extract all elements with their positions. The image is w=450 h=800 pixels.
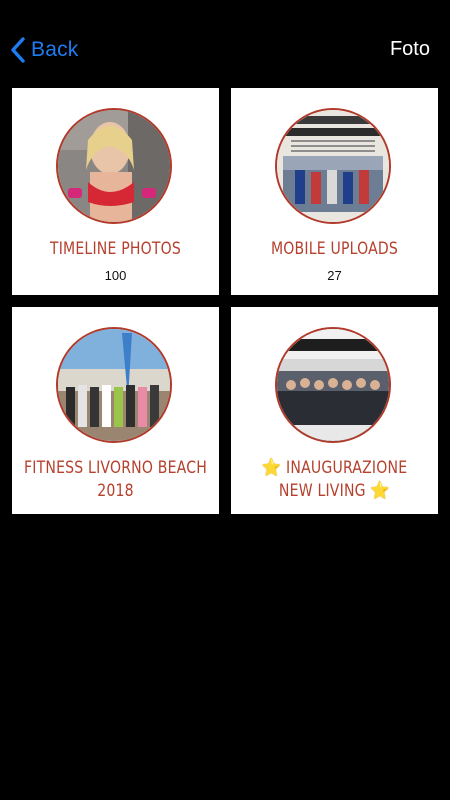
album-thumbnail xyxy=(275,108,391,224)
group-beach-image xyxy=(58,329,170,441)
star-icon: ⭐ xyxy=(370,481,391,501)
newspaper-clipping-image xyxy=(277,110,389,222)
page-title: Foto xyxy=(389,38,430,60)
album-title: FITNESS LIVORNO BEACH 2018 xyxy=(24,458,207,501)
back-button[interactable]: Back xyxy=(9,34,79,66)
album-photo-count: 11 xyxy=(231,512,438,514)
album-photo-count: 100 xyxy=(104,268,127,283)
album-title: TIMELINE PHOTOS xyxy=(49,239,182,259)
album-title: MOBILE UPLOADS xyxy=(270,239,399,259)
star-icon: ⭐ xyxy=(261,458,282,478)
inauguration-group-image xyxy=(277,329,389,441)
album-thumbnail xyxy=(56,108,172,224)
back-label: Back xyxy=(31,38,79,61)
album-photo-count: 27 xyxy=(327,268,342,283)
album-card-inaugurazione-new-living[interactable]: ⭐ INAUGURAZIONE NEW LIVING ⭐ 11 xyxy=(231,307,438,514)
album-photo-count: 19 xyxy=(12,512,219,514)
album-card-timeline-photos[interactable]: TIMELINE PHOTOS 100 xyxy=(12,88,219,295)
album-thumbnail xyxy=(275,327,391,443)
album-title: ⭐ INAUGURAZIONE NEW LIVING ⭐ xyxy=(243,457,426,503)
chevron-left-icon xyxy=(11,37,25,63)
album-card-fitness-livorno-beach-2018[interactable]: FITNESS LIVORNO BEACH 2018 19 xyxy=(12,307,219,514)
fitness-woman-image xyxy=(58,110,170,222)
album-thumbnail xyxy=(56,327,172,443)
album-card-mobile-uploads[interactable]: MOBILE UPLOADS 27 xyxy=(231,88,438,295)
navigation-bar: Back Foto xyxy=(0,0,450,88)
